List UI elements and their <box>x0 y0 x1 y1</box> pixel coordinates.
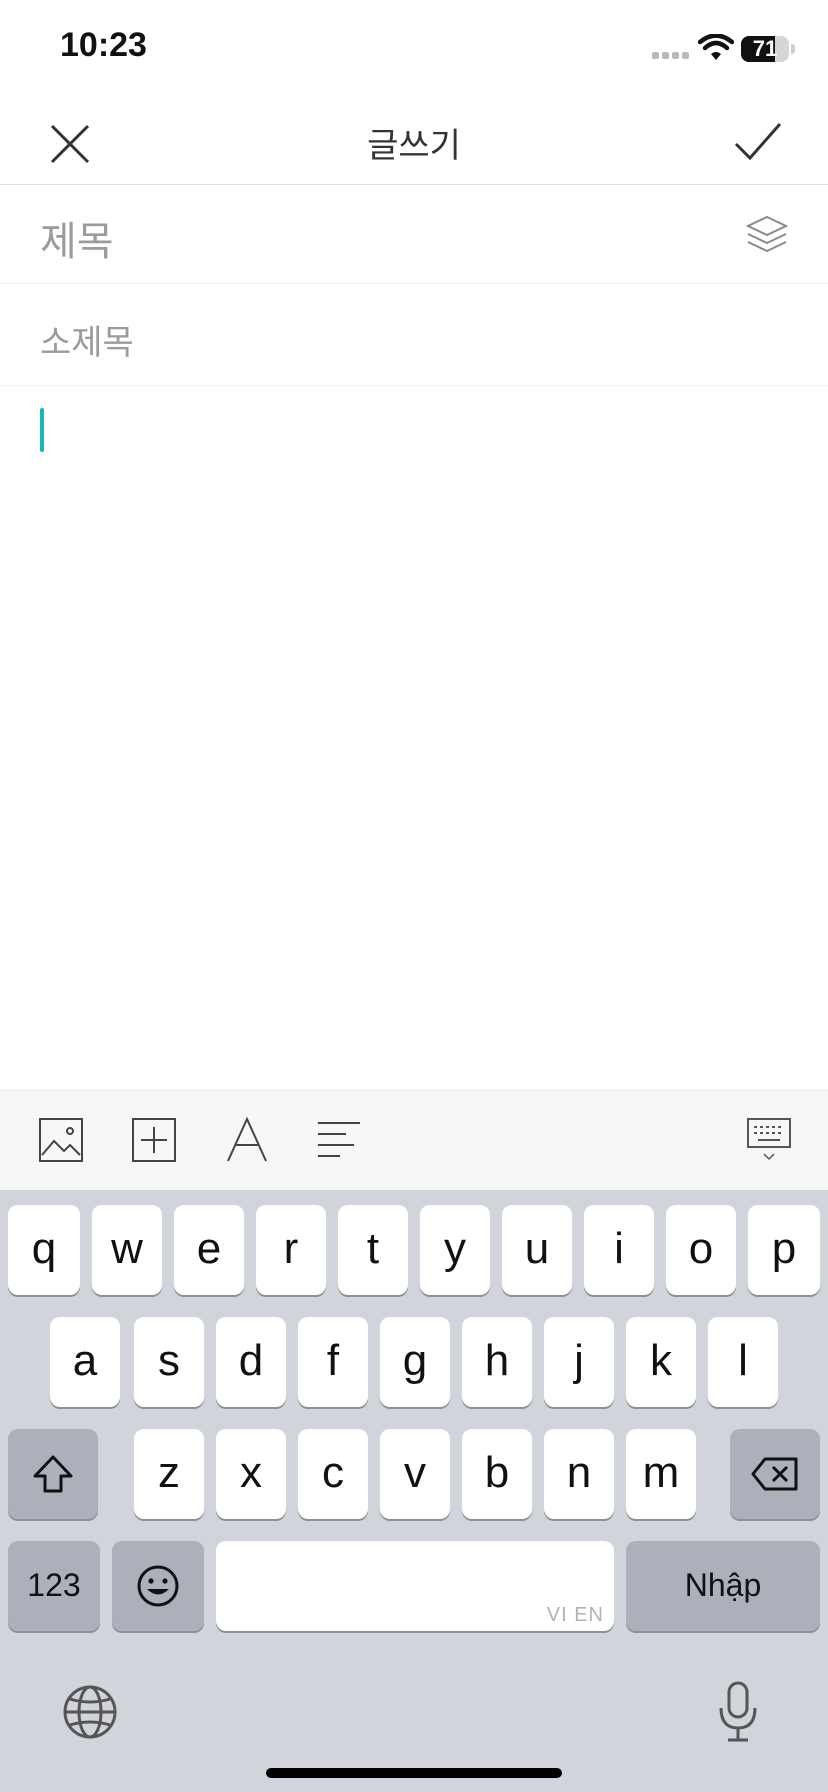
emoji-icon <box>137 1565 179 1607</box>
keyboard-hide-icon[interactable] <box>746 1117 792 1163</box>
home-indicator <box>266 1768 562 1778</box>
subtitle-field[interactable]: 소제목 <box>0 284 828 386</box>
text-caret <box>40 408 44 452</box>
return-key[interactable]: Nhập <box>626 1541 820 1631</box>
key-o[interactable]: o <box>666 1205 736 1295</box>
delete-key[interactable] <box>730 1429 820 1519</box>
layers-icon[interactable] <box>744 213 790 257</box>
key-u[interactable]: u <box>502 1205 572 1295</box>
add-box-icon[interactable] <box>131 1117 177 1163</box>
key-z[interactable]: z <box>134 1429 204 1519</box>
key-l[interactable]: l <box>708 1317 778 1407</box>
font-icon[interactable] <box>224 1117 270 1163</box>
backspace-icon <box>751 1457 798 1491</box>
body-editor[interactable] <box>0 386 828 1090</box>
battery-tip <box>791 44 795 54</box>
status-bar: 10:23 71 <box>0 0 828 100</box>
key-k[interactable]: k <box>626 1317 696 1407</box>
formatting-toolbar <box>0 1090 828 1191</box>
key-h[interactable]: h <box>462 1317 532 1407</box>
key-i[interactable]: i <box>584 1205 654 1295</box>
page-title: 글쓰기 <box>367 126 461 166</box>
status-time: 10:23 <box>60 26 147 64</box>
space-language-hint: VI EN <box>546 1604 604 1626</box>
key-e[interactable]: e <box>174 1205 244 1295</box>
battery-icon: 71 <box>741 36 789 62</box>
title-field[interactable]: 제목 <box>0 185 828 284</box>
key-t[interactable]: t <box>338 1205 408 1295</box>
keyboard: q w e r t y u i o p a s d f g h j k l z … <box>0 1190 828 1792</box>
key-v[interactable]: v <box>380 1429 450 1519</box>
image-icon[interactable] <box>38 1117 84 1163</box>
shift-icon <box>33 1455 73 1493</box>
checkmark-icon[interactable] <box>732 118 784 166</box>
key-a[interactable]: a <box>50 1317 120 1407</box>
key-m[interactable]: m <box>626 1429 696 1519</box>
key-j[interactable]: j <box>544 1317 614 1407</box>
key-n[interactable]: n <box>544 1429 614 1519</box>
key-d[interactable]: d <box>216 1317 286 1407</box>
key-b[interactable]: b <box>462 1429 532 1519</box>
key-c[interactable]: c <box>298 1429 368 1519</box>
key-q[interactable]: q <box>8 1205 80 1295</box>
cellular-signal-icon <box>652 52 692 62</box>
emoji-key[interactable] <box>112 1541 204 1631</box>
key-r[interactable]: r <box>256 1205 326 1295</box>
microphone-icon[interactable] <box>716 1680 760 1744</box>
space-key[interactable]: VI EN <box>216 1541 614 1631</box>
shift-key[interactable] <box>8 1429 98 1519</box>
key-s[interactable]: s <box>134 1317 204 1407</box>
key-f[interactable]: f <box>298 1317 368 1407</box>
subtitle-placeholder: 소제목 <box>40 323 134 363</box>
key-x[interactable]: x <box>216 1429 286 1519</box>
globe-icon[interactable] <box>62 1684 118 1740</box>
title-placeholder: 제목 <box>40 219 114 265</box>
align-left-icon[interactable] <box>316 1117 362 1163</box>
key-g[interactable]: g <box>380 1317 450 1407</box>
battery-percentage: 71 <box>752 36 778 61</box>
numbers-key[interactable]: 123 <box>8 1541 100 1631</box>
key-p[interactable]: p <box>748 1205 820 1295</box>
key-y[interactable]: y <box>420 1205 490 1295</box>
wifi-icon <box>698 34 734 60</box>
nav-bar: 글쓰기 <box>0 100 828 185</box>
key-w[interactable]: w <box>92 1205 162 1295</box>
